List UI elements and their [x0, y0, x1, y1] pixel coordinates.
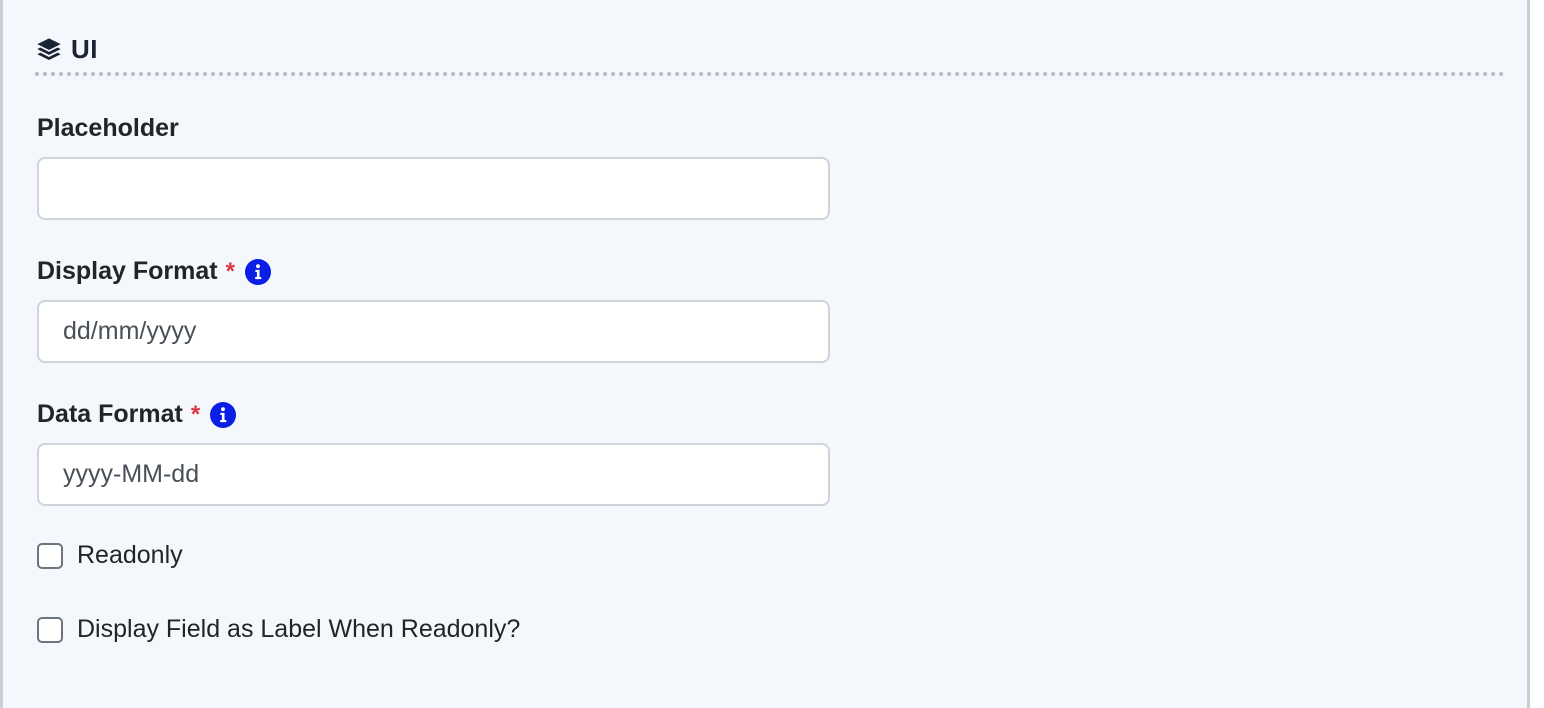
display-format-label: Display Format * — [37, 257, 271, 286]
placeholder-label-text: Placeholder — [37, 114, 179, 142]
required-asterisk: * — [190, 400, 201, 428]
display-format-label-text: Display Format — [37, 257, 218, 285]
display-as-label-row[interactable]: Display Field as Label When Readonly? — [37, 615, 520, 644]
data-format-label-text: Data Format — [37, 400, 183, 428]
display-format-input[interactable] — [37, 300, 830, 363]
section-divider — [35, 72, 1505, 76]
required-asterisk: * — [225, 257, 235, 285]
data-format-input[interactable] — [37, 443, 830, 506]
data-format-label: Data Format * — [37, 400, 237, 429]
display-as-label-label[interactable]: Display Field as Label When Readonly? — [77, 615, 520, 644]
readonly-label[interactable]: Readonly — [77, 541, 183, 570]
layers-icon — [37, 37, 61, 60]
readonly-checkbox[interactable] — [37, 542, 63, 569]
info-icon[interactable] — [244, 258, 271, 285]
readonly-row[interactable]: Readonly — [37, 541, 183, 570]
info-icon[interactable] — [210, 401, 237, 428]
ui-section-panel: UI Placeholder Display Format * Data For… — [0, 0, 1530, 708]
section-title: UI — [71, 34, 98, 64]
display-as-label-checkbox[interactable] — [37, 616, 63, 643]
placeholder-input[interactable] — [37, 157, 830, 220]
placeholder-label: Placeholder — [37, 114, 179, 143]
section-header: UI — [35, 34, 98, 65]
